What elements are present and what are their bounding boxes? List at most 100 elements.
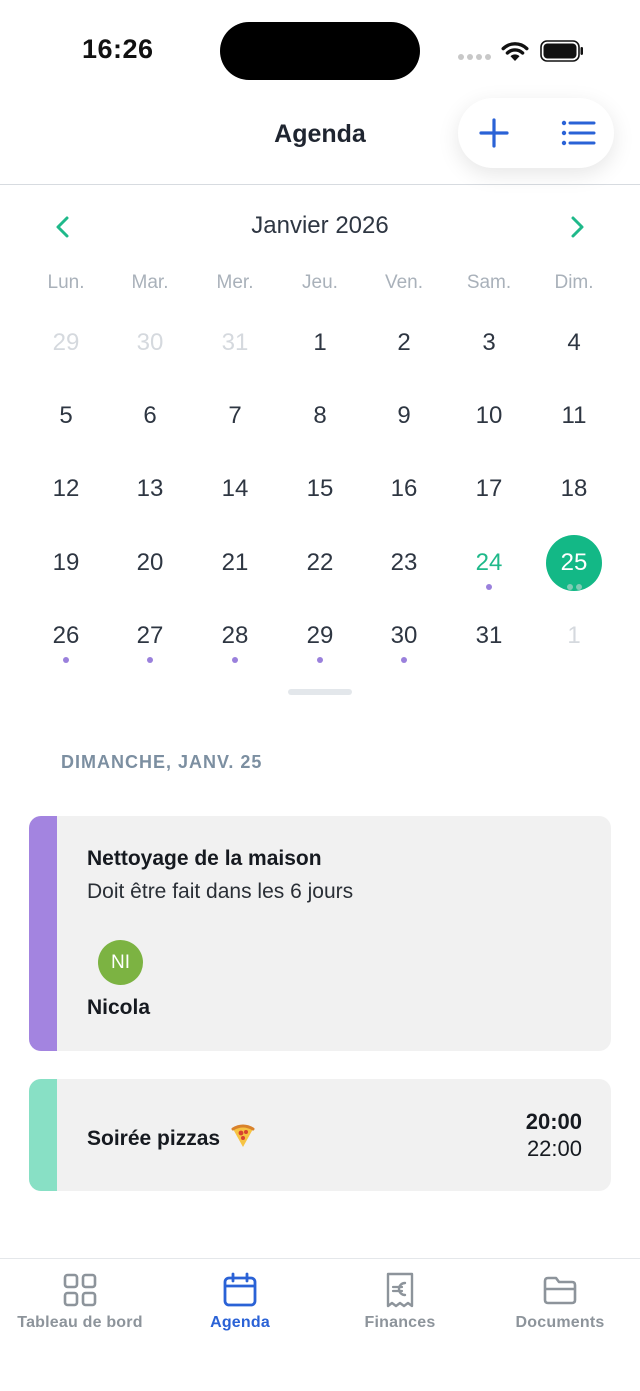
day-number: 26 <box>52 622 80 649</box>
battery-icon <box>540 40 583 62</box>
weekday-label: Dim. <box>554 272 594 293</box>
wifi-icon <box>501 42 529 61</box>
day-number: 5 <box>59 402 73 429</box>
day-number: 13 <box>136 475 164 502</box>
event-dots <box>207 657 263 663</box>
calendar-day[interactable]: 2 <box>376 315 432 371</box>
day-number: 2 <box>397 329 411 356</box>
day-number: 7 <box>228 402 242 429</box>
day-number: 16 <box>390 475 418 502</box>
calendar-day[interactable]: 27 <box>122 608 178 664</box>
status-time: 16:26 <box>82 34 154 64</box>
calendar-day[interactable]: 12 <box>38 461 94 517</box>
day-number: 9 <box>397 402 411 429</box>
calendar-day[interactable]: 23 <box>376 535 432 591</box>
month-navigation: Janvier 2026 <box>0 205 640 247</box>
calendar-day-selected[interactable]: 25 <box>546 535 602 591</box>
event-card-pizza[interactable]: Soirée pizzas 20:00 22:00 <box>29 1079 611 1191</box>
tab-label: Agenda <box>210 1314 270 1331</box>
event-dot <box>317 657 323 663</box>
calendar-day[interactable]: 9 <box>376 388 432 444</box>
tab-label: Finances <box>364 1314 436 1331</box>
event-color-bar <box>29 816 57 1051</box>
day-number: 23 <box>390 549 418 576</box>
list-view-button[interactable] <box>556 112 600 154</box>
calendar-day[interactable]: 14 <box>207 461 263 517</box>
day-number: 4 <box>567 329 581 356</box>
dashboard-grid-icon <box>63 1273 97 1307</box>
calendar-day[interactable]: 1 <box>292 315 348 371</box>
calendar-day[interactable]: 20 <box>122 535 178 591</box>
calendar-day[interactable]: 30 <box>376 608 432 664</box>
bottom-tab-bar: Tableau de bord Agenda Finances Document… <box>0 1258 640 1391</box>
day-number: 11 <box>561 402 587 429</box>
event-card-cleaning[interactable]: Nettoyage de la maison Doit être fait da… <box>29 816 611 1051</box>
calendar-day[interactable]: 29 <box>38 315 94 371</box>
event-start-time: 20:00 <box>525 1109 582 1134</box>
calendar-day[interactable]: 15 <box>292 461 348 517</box>
day-number: 24 <box>475 549 503 576</box>
pizza-icon <box>231 1124 255 1147</box>
tab-label: Tableau de bord <box>17 1314 143 1331</box>
weekday-label: Mar. <box>131 272 169 293</box>
calendar-day[interactable]: 11 <box>546 388 602 444</box>
event-dot <box>63 657 69 663</box>
cellular-signal-icon <box>458 54 492 62</box>
dynamic-island <box>220 22 420 80</box>
calendar-day[interactable]: 29 <box>292 608 348 664</box>
assignee-name: Nicola <box>87 996 151 1019</box>
day-number: 27 <box>136 622 164 649</box>
tab-finances[interactable]: Finances <box>320 1259 480 1349</box>
day-number: 30 <box>390 622 418 649</box>
calendar-day[interactable]: 21 <box>207 535 263 591</box>
calendar-day[interactable]: 26 <box>38 608 94 664</box>
calendar-day-today[interactable]: 24 <box>461 535 517 591</box>
avatar: NI <box>98 940 143 985</box>
calendar-day[interactable]: 17 <box>461 461 517 517</box>
calendar-day[interactable]: 18 <box>546 461 602 517</box>
day-number: 29 <box>306 622 334 649</box>
event-dot <box>232 657 238 663</box>
event-dots <box>546 584 602 590</box>
calendar-day[interactable]: 1 <box>546 608 602 664</box>
day-number: 30 <box>136 329 164 356</box>
event-end-time: 22:00 <box>526 1136 582 1161</box>
calendar-day[interactable]: 13 <box>122 461 178 517</box>
event-dots <box>38 657 94 663</box>
weekday-label: Mer. <box>216 272 254 293</box>
event-dot <box>566 584 573 590</box>
calendar-day[interactable]: 22 <box>292 535 348 591</box>
event-subtitle: Doit être fait dans les 6 jours <box>87 880 354 903</box>
calendar-day[interactable]: 30 <box>122 315 178 371</box>
day-number: 17 <box>475 475 503 502</box>
add-event-button[interactable] <box>472 112 516 154</box>
next-month-button[interactable] <box>564 213 590 241</box>
calendar-day[interactable]: 10 <box>461 388 517 444</box>
calendar-day[interactable]: 4 <box>546 315 602 371</box>
calendar-day[interactable]: 7 <box>207 388 263 444</box>
day-number: 21 <box>221 549 249 576</box>
tab-dashboard[interactable]: Tableau de bord <box>0 1259 160 1349</box>
weekday-header: Lun. Mar. Mer. Jeu. Ven. Sam. Dim. <box>0 272 640 298</box>
tab-agenda[interactable]: Agenda <box>160 1259 320 1349</box>
calendar-collapse-handle[interactable] <box>288 689 352 695</box>
day-number: 1 <box>313 329 327 356</box>
day-number: 12 <box>52 475 80 502</box>
day-number: 28 <box>221 622 249 649</box>
day-number: 3 <box>482 329 496 356</box>
event-dots <box>292 657 348 663</box>
calendar-day[interactable]: 3 <box>461 315 517 371</box>
calendar-day[interactable]: 16 <box>376 461 432 517</box>
event-color-bar <box>29 1079 57 1191</box>
calendar-day[interactable]: 5 <box>38 388 94 444</box>
day-number: 20 <box>136 549 164 576</box>
calendar-day[interactable]: 6 <box>122 388 178 444</box>
calendar-day[interactable]: 19 <box>38 535 94 591</box>
calendar-day[interactable]: 31 <box>461 608 517 664</box>
calendar-day[interactable]: 8 <box>292 388 348 444</box>
calendar-day[interactable]: 31 <box>207 315 263 371</box>
weekday-label: Jeu. <box>302 272 338 293</box>
tab-documents[interactable]: Documents <box>480 1259 640 1349</box>
calendar-day[interactable]: 28 <box>207 608 263 664</box>
status-bar: 16:26 <box>0 0 640 100</box>
